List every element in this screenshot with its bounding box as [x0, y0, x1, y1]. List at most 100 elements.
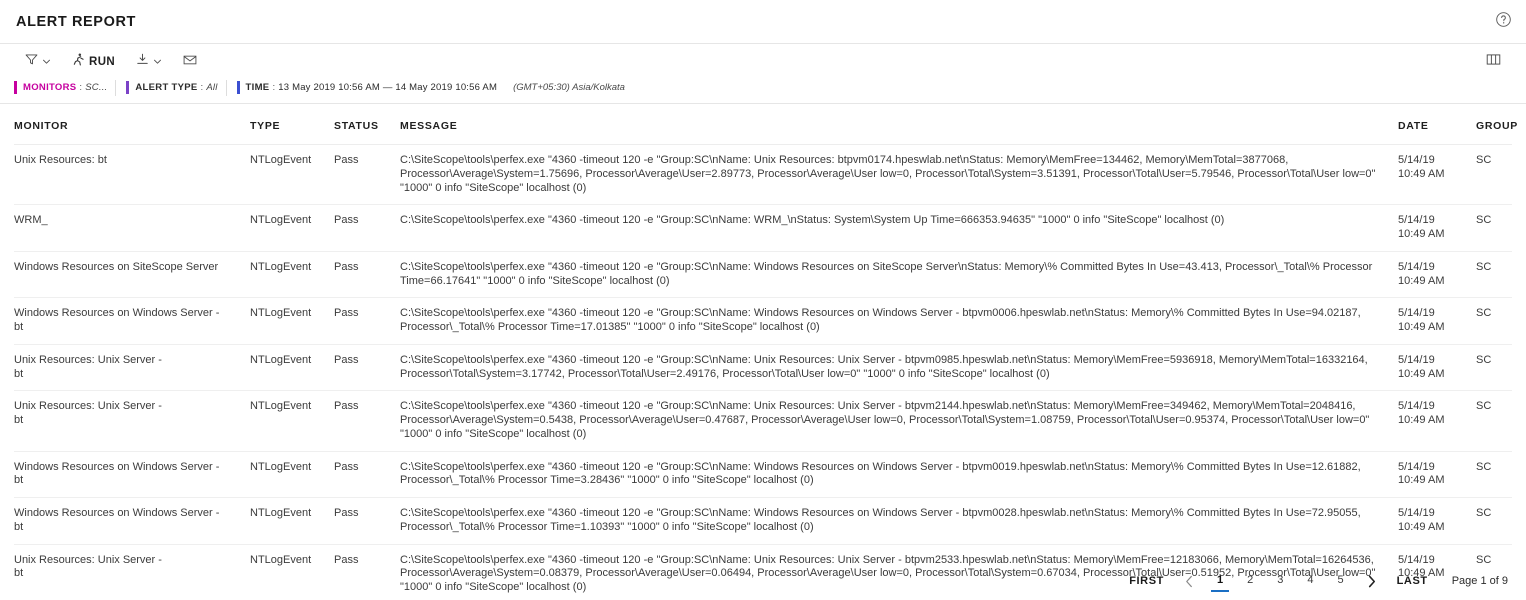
table-row[interactable]: Windows Resources on SiteScope Server NTL…: [14, 251, 1512, 299]
table-cell-group: SC: [1476, 497, 1512, 545]
columns-icon: [1485, 51, 1502, 73]
title-bar: ALERT REPORT: [0, 0, 1526, 44]
filter-chip-alert-type[interactable]: ALERT TYPE : All: [126, 79, 227, 96]
table-cell-monitor: Windows Resources on Windows Server - bt: [14, 497, 250, 545]
pagination-numbers: 12345: [1205, 570, 1356, 592]
table-cell-message: C:\SiteScope\tools\perfex.exe "4360 -tim…: [400, 204, 1398, 252]
pagination-last[interactable]: LAST: [1387, 571, 1438, 591]
column-header-message[interactable]: MESSAGE: [400, 104, 1398, 145]
pagination-page-1[interactable]: 1: [1205, 570, 1235, 592]
table-header: MONITOR TYPE STATUS MESSAGE DATE GROUP: [14, 104, 1517, 145]
help-circle-icon[interactable]: [1495, 11, 1512, 33]
pagination-info: Page 1 of 9: [1451, 575, 1508, 587]
monitor-name: Unix Resources: Unix Server - bt: [14, 400, 162, 426]
table-cell-monitor: Unix Resources: Unix Server - bt: [14, 390, 250, 452]
monitor-name: WRM_: [14, 214, 48, 227]
monitor-name: Windows Resources on Windows Server - bt: [14, 507, 220, 532]
columns-button[interactable]: [1475, 48, 1512, 76]
toolbar: RUN: [0, 46, 1526, 78]
chip-accent-bar: [236, 81, 240, 94]
pagination-page-5[interactable]: 5: [1325, 570, 1355, 592]
alert-table-wrap: MONITOR TYPE STATUS MESSAGE DATE GROUP U…: [0, 104, 1526, 600]
filter-button[interactable]: [14, 49, 61, 75]
table-row[interactable]: Unix Resources: Unix Server - bt NTLogEve…: [14, 390, 1512, 452]
chip-accent-bar: [14, 81, 17, 94]
table-row[interactable]: Unix Resources: Unix Server - bt NTLogEve…: [14, 344, 1512, 392]
alert-table: MONITOR TYPE STATUS MESSAGE DATE GROUP U…: [14, 104, 1517, 600]
download-icon: [135, 52, 150, 72]
filter-chip-time[interactable]: TIME : 13 May 2019 10:56 AM — 14 May 201…: [236, 80, 498, 96]
table-cell-group: SC: [1476, 297, 1512, 345]
pagination-page-4[interactable]: 4: [1295, 570, 1325, 592]
download-button[interactable]: [125, 49, 172, 75]
table-cell-type: NTLogEvent: [250, 297, 334, 345]
table-cell-date: 5/14/19 10:49 AM: [1398, 144, 1476, 206]
table-cell-type: NTLogEvent: [250, 344, 334, 392]
table-cell-type: NTLogEvent: [250, 451, 334, 498]
table-cell-group: SC: [1476, 390, 1512, 452]
chip-separator: :: [200, 82, 204, 93]
chevron-down-icon: [42, 53, 51, 71]
table-cell-status: Pass: [334, 297, 400, 345]
table-row[interactable]: Windows Resources on Windows Server - bt…: [14, 497, 1512, 545]
column-header-type[interactable]: TYPE: [250, 104, 334, 145]
table-cell-status: Pass: [334, 144, 400, 206]
run-button[interactable]: RUN: [61, 49, 125, 75]
table-cell-type: NTLogEvent: [250, 204, 334, 252]
filter-chip-monitors[interactable]: MONITORS : SC...: [14, 79, 117, 96]
run-person-icon: [71, 52, 86, 72]
table-cell-message: C:\SiteScope\tools\perfex.exe "4360 -tim…: [400, 390, 1398, 452]
table-row[interactable]: Windows Resources on Windows Server - bt…: [14, 451, 1512, 498]
pagination: FIRST 12345 LAST Page 1 of 9: [0, 570, 1526, 592]
monitor-name: Unix Resources: Unix Server - bt: [14, 353, 162, 379]
column-header-group[interactable]: GROUP: [1476, 104, 1517, 145]
monitor-name: Windows Resources on Windows Server - bt: [14, 460, 220, 486]
table-cell-message: C:\SiteScope\tools\perfex.exe "4360 -tim…: [400, 144, 1398, 206]
monitor-name: Windows Resources on SiteScope Server: [14, 260, 219, 273]
pagination-page-2[interactable]: 2: [1235, 570, 1265, 592]
column-header-status[interactable]: STATUS: [334, 104, 400, 145]
table-cell-monitor: WRM_: [14, 204, 250, 252]
table-cell-message: C:\SiteScope\tools\perfex.exe "4360 -tim…: [400, 297, 1398, 345]
pagination-page-3[interactable]: 3: [1265, 570, 1295, 592]
chip-value: 13 May 2019 10:56 AM — 14 May 2019 10:56…: [278, 82, 498, 93]
table-cell-date: 5/14/19 10:49 AM: [1398, 390, 1476, 452]
table-cell-group: SC: [1476, 251, 1512, 299]
email-button[interactable]: [172, 49, 208, 76]
chip-value: All: [206, 82, 218, 93]
chevron-down-icon: [153, 53, 162, 71]
chip-accent-bar: [126, 81, 130, 94]
table-cell-status: Pass: [334, 251, 400, 299]
table-cell-status: Pass: [334, 204, 400, 252]
page-title: ALERT REPORT: [16, 13, 136, 30]
timezone-label: (GMT+05:30) Asia/Kolkata: [513, 82, 625, 93]
chip-key: MONITORS: [23, 82, 77, 93]
pagination-first[interactable]: FIRST: [1119, 571, 1174, 591]
filter-chip-row: MONITORS : SC... ALERT TYPE : All TIME :…: [0, 78, 1526, 104]
monitor-name: Windows Resources on Windows Server - bt: [14, 307, 220, 333]
table-row[interactable]: Windows Resources on Windows Server - bt…: [14, 297, 1512, 345]
table-cell-status: Pass: [334, 451, 400, 498]
table-header-row: MONITOR TYPE STATUS MESSAGE DATE GROUP: [14, 104, 1517, 145]
filter-funnel-icon: [24, 52, 39, 72]
table-cell-group: SC: [1476, 344, 1512, 392]
table-cell-type: NTLogEvent: [250, 497, 334, 545]
chevron-right-icon[interactable]: [1356, 571, 1387, 592]
chevron-left-icon[interactable]: [1174, 571, 1205, 592]
table-cell-date: 5/14/19 10:49 AM: [1398, 451, 1476, 498]
table-row[interactable]: Unix Resources: bt NTLogEvent Pass C:\SiteS…: [14, 144, 1512, 206]
table-cell-type: NTLogEvent: [250, 390, 334, 452]
chip-separator: :: [79, 82, 83, 93]
table-cell-monitor: Unix Resources: Unix Server - bt: [14, 344, 250, 392]
table-cell-message: C:\SiteScope\tools\perfex.exe "4360 -tim…: [400, 251, 1398, 299]
table-cell-group: SC: [1476, 204, 1512, 252]
column-header-monitor[interactable]: MONITOR: [14, 104, 250, 145]
table-cell-date: 5/14/19 10:49 AM: [1398, 344, 1476, 392]
chip-value: SC...: [85, 82, 108, 93]
table-cell-message: C:\SiteScope\tools\perfex.exe "4360 -tim…: [400, 497, 1398, 545]
table-row[interactable]: WRM_ NTLogEvent Pass C:\SiteScope\tools\per…: [14, 204, 1512, 252]
run-label: RUN: [89, 56, 116, 68]
table-cell-monitor: Windows Resources on SiteScope Server: [14, 251, 250, 299]
table-cell-message: C:\SiteScope\tools\perfex.exe "4360 -tim…: [400, 344, 1398, 392]
column-header-date[interactable]: DATE: [1398, 104, 1476, 145]
